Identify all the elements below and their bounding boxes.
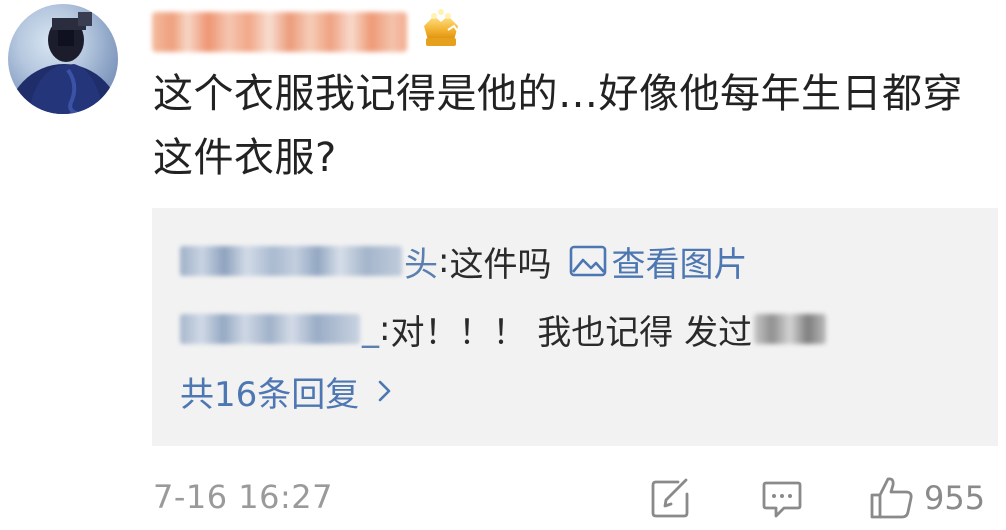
reply-text-blurred [754, 314, 827, 344]
like-button[interactable]: 955 [868, 474, 985, 522]
view-image-label: 查看图片 [611, 244, 748, 285]
comment-timestamp: 7-16 16:27 [153, 478, 334, 516]
reply-item[interactable]: 头 : 这件吗 查看图片 [180, 237, 747, 286]
like-count: 955 [924, 479, 986, 517]
view-image-link[interactable]: 查看图片 [569, 237, 747, 286]
comment-button[interactable] [760, 474, 804, 522]
reply-author-suffix[interactable]: _ [362, 309, 379, 349]
username-blurred[interactable] [152, 12, 407, 52]
reply-author-blurred[interactable] [180, 314, 360, 344]
gold-badge-icon [418, 6, 464, 50]
reply-separator: : [379, 309, 391, 349]
replies-preview[interactable]: 头 : 这件吗 查看图片 _ : 对！！！ 我也记得 发过 共16条回复 [152, 208, 998, 446]
share-button[interactable] [648, 474, 692, 522]
reply-separator: : [438, 241, 450, 281]
view-all-replies-link[interactable]: 共16条回复 [180, 368, 393, 415]
chevron-right-icon [377, 379, 393, 403]
avatar-image [8, 12, 118, 114]
avatar[interactable] [8, 4, 118, 114]
reply-author-suffix[interactable]: 头 [404, 237, 438, 286]
comment-icon [762, 481, 802, 518]
reply-text: 对！！！ 我也记得 发过 [390, 312, 753, 353]
total-replies-label: 共16条回复 [180, 374, 360, 415]
reply-item[interactable]: _ : 对！！！ 我也记得 发过 [180, 306, 827, 353]
reply-author-blurred[interactable] [180, 246, 402, 276]
image-icon [570, 245, 607, 277]
reply-text: 这件吗 [449, 244, 552, 285]
share-icon [651, 478, 689, 518]
comment-text: 这个衣服我记得是他的…好像他每年生日都穿这件衣服? [153, 71, 963, 181]
thumbs-up-icon [870, 477, 913, 519]
